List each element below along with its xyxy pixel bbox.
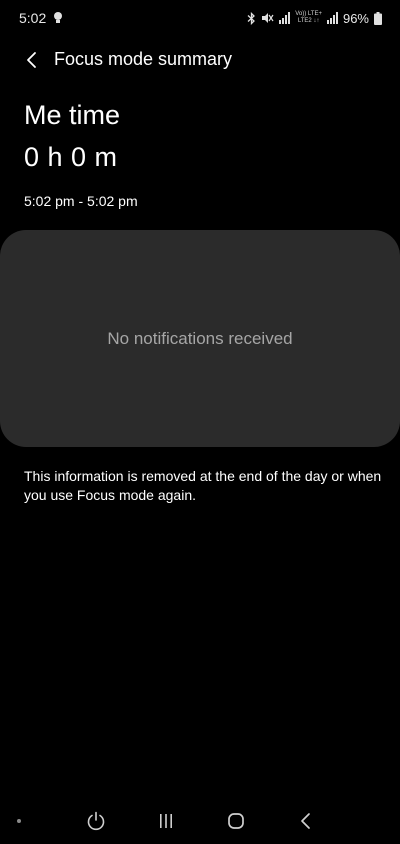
- recents-icon: [160, 814, 172, 828]
- lte2-label: LTE2 ↓↑: [297, 18, 320, 24]
- battery-icon: [374, 11, 382, 25]
- network-type-label: Vo)) LTE+ LTE2 ↓↑: [295, 11, 322, 25]
- back-arrow-icon: [27, 52, 36, 68]
- lightbulb-icon: [54, 12, 62, 23]
- volte-label: Vo)) LTE+: [295, 11, 322, 17]
- focus-time-range: 5:02 pm - 5:02 pm: [24, 193, 138, 209]
- home-icon: [228, 813, 244, 829]
- power-icon: [87, 811, 105, 831]
- recents-button[interactable]: [151, 808, 181, 834]
- power-button[interactable]: [81, 808, 111, 834]
- signal-icon: [279, 12, 291, 24]
- back-button[interactable]: [18, 46, 46, 74]
- bluetooth-icon: [247, 11, 256, 25]
- focus-mode-name: Me time: [24, 100, 121, 130]
- status-icons: Vo)) LTE+ LTE2 ↓↑ 96%: [247, 8, 382, 28]
- nav-indicator-dot: [17, 819, 21, 823]
- home-button[interactable]: [221, 808, 251, 834]
- status-time: 5:02: [19, 10, 47, 26]
- navigation-bar: [0, 800, 400, 844]
- no-notifications-text: No notifications received: [107, 328, 293, 348]
- focus-duration: 0 h 0 m: [24, 142, 118, 172]
- status-bar: 5:02 Vo)) LTE+ LTE2 ↓↑ 96%: [0, 0, 400, 38]
- nav-back-icon: [301, 813, 310, 829]
- header: Focus mode summary: [0, 40, 400, 80]
- page-title: Focus mode summary: [54, 49, 233, 69]
- nav-back-button[interactable]: [291, 808, 321, 834]
- mute-icon: [262, 13, 274, 23]
- info-text: This information is removed at the end o…: [24, 468, 382, 503]
- battery-percent: 96%: [342, 10, 369, 26]
- notifications-card: No notifications received: [0, 230, 400, 447]
- signal-2-icon: [326, 12, 338, 24]
